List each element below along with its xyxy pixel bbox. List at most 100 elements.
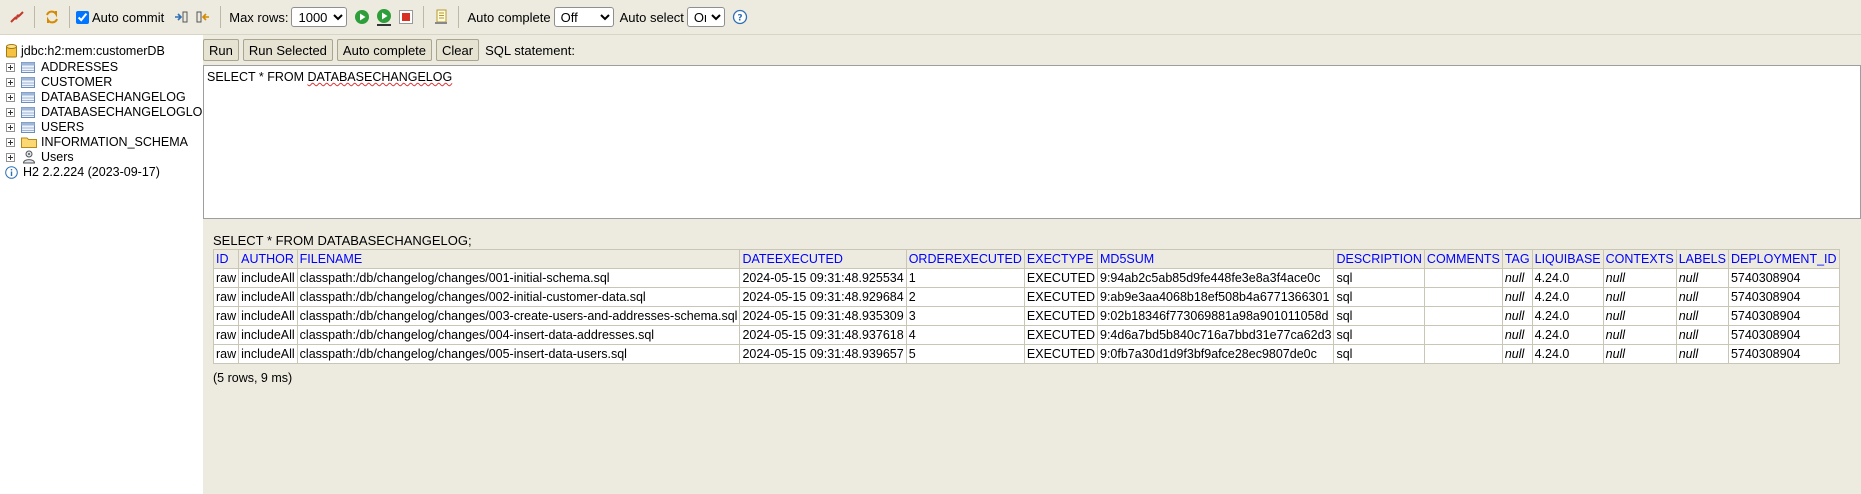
table-cell: EXECUTED xyxy=(1023,268,1099,288)
column-header[interactable]: TAG xyxy=(1501,249,1533,269)
auto-complete-button[interactable]: Auto complete xyxy=(336,39,433,61)
expand-icon[interactable] xyxy=(6,137,15,147)
version-label: H2 2.2.224 (2023-09-17) xyxy=(23,165,160,179)
disconnect-icon[interactable] xyxy=(6,6,28,28)
toolbar: Auto commit Max rows: 1000 Auto complete… xyxy=(0,0,1861,35)
commit-icon[interactable] xyxy=(170,6,192,28)
tree-item-label: Users xyxy=(41,150,74,164)
table-row: raw includeAll classpath:/db/changelog/cha… xyxy=(212,287,1840,307)
users-icon xyxy=(21,150,37,164)
table-cell: 9:0fb7a30d1d9f3bf9afce28ec9807de0c xyxy=(1096,344,1335,364)
expand-icon[interactable] xyxy=(6,62,15,72)
auto-complete-select[interactable]: Off xyxy=(553,7,614,27)
auto-commit-checkbox[interactable] xyxy=(76,10,89,24)
table-cell: classpath:/db/changelog/changes/005-inse… xyxy=(296,344,741,364)
results-table: ID AUTHOR FILENAME DATEEXECUTED ORDEREXECUTE… xyxy=(212,249,1840,364)
tree-version: H2 2.2.224 (2023-09-17) xyxy=(5,163,160,181)
tree-item-label: USERS xyxy=(41,120,85,134)
table-cell: 2024-05-15 09:31:48.925534 xyxy=(739,268,907,288)
column-header[interactable]: CONTEXTS xyxy=(1602,249,1677,269)
column-header[interactable]: DESCRIPTION xyxy=(1333,249,1425,269)
expand-icon[interactable] xyxy=(6,92,15,102)
table-cell: 5740308904 xyxy=(1727,306,1840,326)
column-header[interactable]: MD5SUM xyxy=(1096,249,1335,269)
run-selected-button[interactable]: Run Selected xyxy=(242,39,333,61)
tree-item-label: DATABASECHANGELOG xyxy=(41,90,186,104)
toolbar-separator xyxy=(34,6,35,28)
table-cell: 5740308904 xyxy=(1727,287,1840,307)
results-header-row: ID AUTHOR FILENAME DATEEXECUTED ORDEREXECUTE… xyxy=(212,249,1840,269)
toolbar-separator xyxy=(423,6,425,28)
run-icon[interactable] xyxy=(351,6,373,28)
table-cell: includeAll xyxy=(238,325,298,345)
table-cell xyxy=(1423,325,1503,345)
svg-text:?: ? xyxy=(737,14,742,24)
table-cell: sql xyxy=(1333,344,1425,364)
table-cell: classpath:/db/changelog/changes/002-init… xyxy=(296,287,741,307)
table-cell: null xyxy=(1602,306,1677,326)
auto-complete-label: Auto complete xyxy=(467,9,551,25)
expand-icon[interactable] xyxy=(6,152,15,162)
column-header[interactable]: EXECTYPE xyxy=(1023,249,1099,269)
auto-select-select[interactable]: On xyxy=(686,7,725,27)
table-cell: includeAll xyxy=(238,306,298,326)
help-icon[interactable]: ? xyxy=(729,6,751,28)
table-cell: classpath:/db/changelog/changes/003-crea… xyxy=(296,306,741,326)
column-header[interactable]: ORDEREXECUTED xyxy=(905,249,1025,269)
table-cell: 4.24.0 xyxy=(1531,306,1604,326)
column-header[interactable]: FILENAME xyxy=(296,249,741,269)
expand-icon[interactable] xyxy=(6,77,15,87)
table-cell: classpath:/db/changelog/changes/004-inse… xyxy=(296,325,741,345)
column-header[interactable]: LABELS xyxy=(1675,249,1729,269)
table-cell xyxy=(1423,344,1503,364)
tree-item-label: DATABASECHANGELOGLOCK xyxy=(41,105,203,119)
sql-statement-label: SQL statement: xyxy=(485,42,575,58)
database-tree: jdbc:h2:mem:customerDB ADDRESSES CUSTOME… xyxy=(0,35,203,494)
table-cell: raw xyxy=(212,325,240,345)
table-cell: raw xyxy=(212,268,240,288)
run-selected-icon[interactable] xyxy=(373,6,395,28)
clear-button[interactable]: Clear xyxy=(436,39,480,61)
column-header[interactable]: AUTHOR xyxy=(238,249,298,269)
column-header[interactable]: DATEEXECUTED xyxy=(739,249,907,269)
table-cell: classpath:/db/changelog/changes/001-init… xyxy=(296,268,741,288)
table-row: raw includeAll classpath:/db/changelog/cha… xyxy=(212,306,1840,326)
table-cell: 5740308904 xyxy=(1727,268,1840,288)
table-cell: 2024-05-15 09:31:48.937618 xyxy=(739,325,907,345)
auto-commit-toggle[interactable]: Auto commit xyxy=(76,10,164,25)
table-cell: sql xyxy=(1333,325,1425,345)
table-cell: 9:02b18346f773069881a98a901011058d xyxy=(1096,306,1335,326)
run-button[interactable]: Run xyxy=(203,39,239,61)
table-cell: null xyxy=(1602,325,1677,345)
table-cell: includeAll xyxy=(238,287,298,307)
stop-icon[interactable] xyxy=(395,6,417,28)
table-cell: null xyxy=(1501,306,1533,326)
toolbar-separator xyxy=(220,6,222,28)
column-header[interactable]: LIQUIBASE xyxy=(1531,249,1604,269)
table-cell: raw xyxy=(212,306,240,326)
sql-editor[interactable]: SELECT * FROM DATABASECHANGELOG xyxy=(203,65,1861,219)
table-cell: null xyxy=(1501,344,1533,364)
table-cell: 4 xyxy=(905,325,1025,345)
column-header[interactable]: COMMENTS xyxy=(1423,249,1503,269)
table-cell: raw xyxy=(212,287,240,307)
rollback-icon[interactable] xyxy=(192,6,214,28)
table-cell: 2024-05-15 09:31:48.939657 xyxy=(739,344,907,364)
table-cell xyxy=(1423,306,1503,326)
expand-icon[interactable] xyxy=(6,122,15,132)
table-cell: null xyxy=(1602,268,1677,288)
table-cell: null xyxy=(1675,344,1729,364)
info-icon xyxy=(5,165,18,179)
table-cell: null xyxy=(1602,287,1677,307)
column-header[interactable]: ID xyxy=(212,249,240,269)
refresh-icon[interactable] xyxy=(41,6,63,28)
table-icon xyxy=(21,106,35,118)
table-row: raw includeAll classpath:/db/changelog/cha… xyxy=(212,344,1840,364)
table-cell: 5740308904 xyxy=(1727,325,1840,345)
expand-icon[interactable] xyxy=(6,107,15,117)
history-icon[interactable] xyxy=(430,6,452,28)
table-cell: null xyxy=(1501,287,1533,307)
column-header[interactable]: DEPLOYMENT_ID xyxy=(1727,249,1840,269)
folder-icon xyxy=(21,136,37,148)
max-rows-select[interactable]: 1000 xyxy=(291,7,348,27)
